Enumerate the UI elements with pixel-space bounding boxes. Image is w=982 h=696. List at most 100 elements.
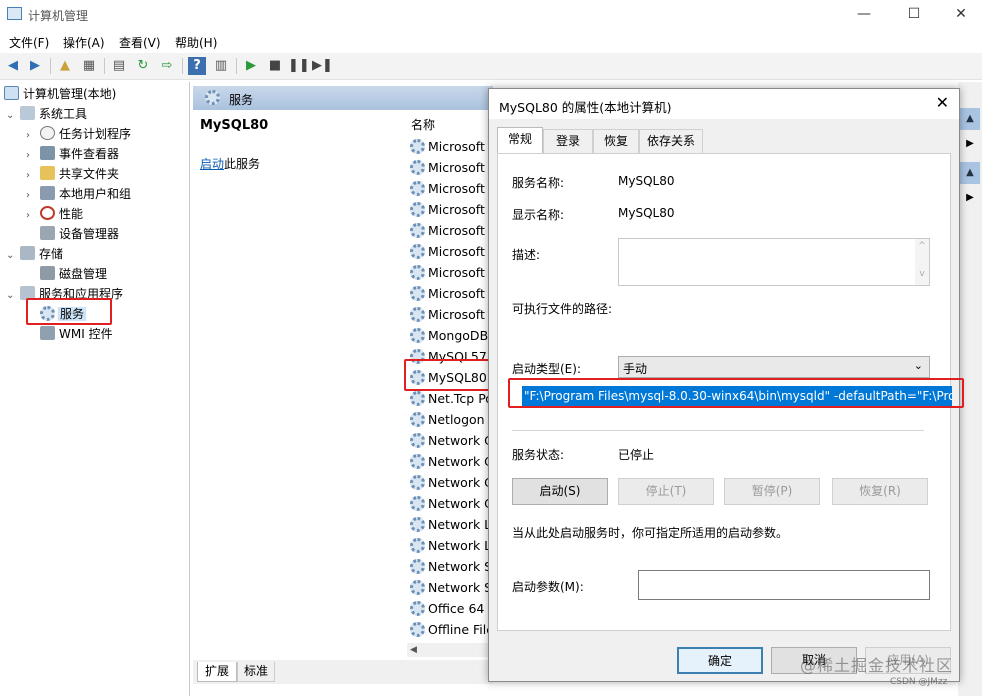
stop-button[interactable]: 停止(T) xyxy=(618,478,714,505)
service-row[interactable]: Network L xyxy=(410,514,491,535)
collapse-up-icon[interactable]: ▲ xyxy=(960,162,980,184)
menu-file[interactable]: 文件(F) xyxy=(9,34,49,51)
dialog-title-bar: MySQL80 的属性(本地计算机) ✕ xyxy=(489,89,959,119)
stop-service-icon[interactable]: ■ xyxy=(266,57,284,75)
chevron-right-icon[interactable]: › xyxy=(26,206,40,226)
service-row[interactable]: Microsoft xyxy=(410,157,485,178)
tree-item-root[interactable]: 计算机管理(本地) xyxy=(4,84,116,104)
pause-service-icon[interactable]: ❚❚ xyxy=(288,57,310,75)
menu-view[interactable]: 查看(V) xyxy=(119,34,161,51)
menu-action[interactable]: 操作(A) xyxy=(63,34,105,51)
start-params-input[interactable] xyxy=(638,570,930,600)
service-row-label: Network C xyxy=(428,475,493,490)
service-row[interactable]: Microsoft xyxy=(410,136,485,157)
service-row[interactable]: Netlogon xyxy=(410,409,485,430)
menu-help[interactable]: 帮助(H) xyxy=(175,34,217,51)
restart-service-icon[interactable]: ▶❚ xyxy=(312,57,333,75)
service-row[interactable]: Offline File xyxy=(410,619,494,640)
gear-icon xyxy=(410,265,425,280)
tree-item-event-viewer[interactable]: › 事件查看器 xyxy=(26,144,119,164)
export-list-icon[interactable]: ⇨ xyxy=(158,57,176,75)
highlight-box xyxy=(26,298,112,325)
gear-icon xyxy=(410,244,425,259)
help-icon[interactable]: ? xyxy=(188,57,206,75)
service-row[interactable]: Net.Tcp Po xyxy=(410,388,493,409)
tree-item-wmi[interactable]: WMI 控件 xyxy=(40,324,113,344)
minimize-button[interactable]: — xyxy=(853,4,875,24)
close-button[interactable]: ✕ xyxy=(950,4,972,24)
description-scrollbar[interactable]: ^ v xyxy=(915,239,929,285)
startup-type-select[interactable]: 手动 ⌄ xyxy=(618,356,930,378)
start-service-link[interactable]: 启动 xyxy=(200,157,224,171)
chevron-right-icon[interactable]: › xyxy=(26,146,40,166)
service-row[interactable]: Network S xyxy=(410,556,492,577)
tree-item-local-users[interactable]: › 本地用户和组 xyxy=(26,184,131,204)
service-row[interactable]: Microsoft xyxy=(410,178,485,199)
start-params-label: 启动参数(M): xyxy=(512,580,584,594)
description-box[interactable]: ^ v xyxy=(618,238,930,286)
chevron-down-icon[interactable]: ⌄ xyxy=(6,106,20,126)
ok-button[interactable]: 确定 xyxy=(677,647,763,674)
service-row[interactable]: Microsoft xyxy=(410,262,485,283)
chevron-right-icon[interactable]: › xyxy=(26,186,40,206)
wmi-icon xyxy=(40,326,55,340)
folder-up-icon[interactable]: ▲ xyxy=(56,57,74,75)
chevron-right-icon[interactable]: › xyxy=(26,126,40,146)
gear-icon xyxy=(410,433,425,448)
chevron-down-icon[interactable]: ⌄ xyxy=(6,246,20,266)
service-row[interactable]: Network C xyxy=(410,472,493,493)
service-row[interactable]: MongoDB xyxy=(410,325,488,346)
show-hide-tree-icon[interactable]: ▦ xyxy=(80,57,98,75)
properties-icon[interactable]: ▤ xyxy=(110,57,128,75)
dialog-title: MySQL80 的属性(本地计算机) xyxy=(499,100,672,115)
tab-standard[interactable]: 标准 xyxy=(237,662,275,682)
chevron-right-icon[interactable]: › xyxy=(26,166,40,186)
tab-dependencies[interactable]: 依存关系 xyxy=(639,129,703,153)
service-status-label: 服务状态: xyxy=(512,448,565,462)
forward-icon[interactable]: ▶ xyxy=(26,57,44,75)
expand-right-icon[interactable]: ▶ xyxy=(960,188,980,208)
tab-logon[interactable]: 登录 xyxy=(543,129,593,153)
gear-icon xyxy=(410,139,425,154)
maximize-button[interactable]: ☐ xyxy=(903,4,925,24)
tree-item-task-scheduler[interactable]: › 任务计划程序 xyxy=(26,124,131,144)
tree-item-performance[interactable]: › 性能 xyxy=(26,204,83,224)
toolbar: ◀ ▶ ▲ ▦ ▤ ↻ ⇨ ? ▥ ▶ ■ ❚❚ ▶❚ xyxy=(0,53,982,80)
refresh-icon[interactable]: ↻ xyxy=(134,57,152,75)
tree-item-disk-management[interactable]: 磁盘管理 xyxy=(40,264,107,284)
highlight-box xyxy=(404,359,496,391)
back-icon[interactable]: ◀ xyxy=(4,57,22,75)
service-row-label: Network S xyxy=(428,580,493,595)
tree-item-storage[interactable]: ⌄ 存储 xyxy=(6,244,63,264)
service-row[interactable]: Microsoft xyxy=(410,199,485,220)
service-row[interactable]: Network C xyxy=(410,493,493,514)
service-row[interactable]: Network C xyxy=(410,430,493,451)
pause-button[interactable]: 暂停(P) xyxy=(724,478,820,505)
start-service-icon[interactable]: ▶ xyxy=(242,57,260,75)
tab-general[interactable]: 常规 xyxy=(497,127,543,154)
expand-right-icon[interactable]: ▶ xyxy=(960,134,980,154)
dialog-close-icon[interactable]: ✕ xyxy=(936,93,949,112)
tree-item-shared-folders[interactable]: › 共享文件夹 xyxy=(26,164,119,184)
service-row[interactable]: Microsoft xyxy=(410,304,485,325)
start-button[interactable]: 启动(S) xyxy=(512,478,608,505)
collapse-up-icon[interactable]: ▲ xyxy=(960,108,980,130)
chevron-down-icon[interactable]: ⌄ xyxy=(6,286,20,306)
service-row-label: Microsoft xyxy=(428,265,485,280)
service-row[interactable]: Network L xyxy=(410,535,491,556)
column-header-name[interactable]: 名称 xyxy=(411,116,435,133)
resume-button[interactable]: 恢复(R) xyxy=(832,478,928,505)
tab-recovery[interactable]: 恢复 xyxy=(593,129,639,153)
navigation-tree: 计算机管理(本地) ⌄ 系统工具 › 任务计划程序 › 事件查看器 › 共享文件夹 › 本… xyxy=(0,82,190,696)
console-icon[interactable]: ▥ xyxy=(212,57,230,75)
horizontal-scrollbar[interactable]: ◀ xyxy=(407,643,492,657)
tree-item-device-manager[interactable]: 设备管理器 xyxy=(40,224,119,244)
service-row[interactable]: Microsoft xyxy=(410,241,485,262)
tree-item-system-tools[interactable]: ⌄ 系统工具 xyxy=(6,104,87,124)
tab-extended[interactable]: 扩展 xyxy=(197,662,237,682)
service-row[interactable]: Microsoft xyxy=(410,283,485,304)
service-row[interactable]: Network C xyxy=(410,451,493,472)
service-row[interactable]: Office 64 S xyxy=(410,598,496,619)
service-row[interactable]: Network S xyxy=(410,577,492,598)
service-row[interactable]: Microsoft xyxy=(410,220,485,241)
